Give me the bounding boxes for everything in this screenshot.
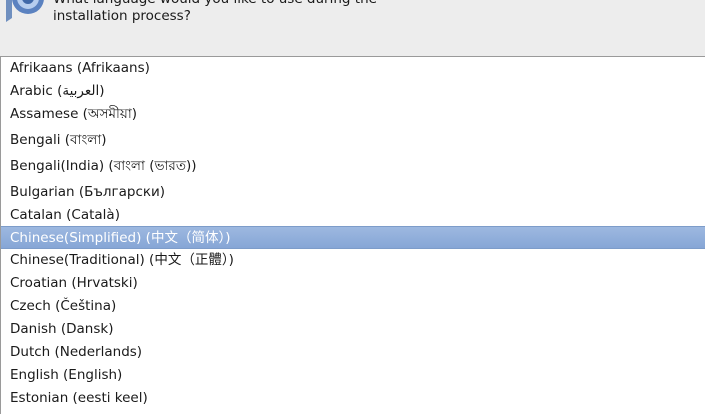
language-list[interactable]: Afrikaans (Afrikaans) Arabic (العربية) Ass… [0,56,705,414]
language-option[interactable]: English (English) [1,364,705,387]
language-option[interactable]: Bengali(India) (বাংলা (ভারত)) [1,155,705,178]
language-option[interactable]: Chinese(Simplified) (中文（简体）) [1,226,705,249]
language-option[interactable]: Bengali (বাংলা) [1,129,705,152]
language-option[interactable]: Croatian (Hrvatski) [1,272,705,295]
language-option[interactable]: Arabic (العربية) [1,80,705,103]
page-header: What language would you like to use duri… [0,0,705,56]
installer-globe-icon [6,0,44,22]
language-option[interactable]: Czech (Čeština) [1,295,705,318]
language-option[interactable]: Assamese (অসমীয়া) [1,103,705,126]
language-option[interactable]: Afrikaans (Afrikaans) [1,57,705,80]
language-option[interactable]: Catalan (Català) [1,204,705,227]
language-option[interactable]: Estonian (eesti keel) [1,387,705,410]
language-prompt: What language would you like to use duri… [53,0,377,24]
language-option[interactable]: Dutch (Nederlands) [1,341,705,364]
language-option[interactable]: Danish (Dansk) [1,318,705,341]
language-option[interactable]: Chinese(Traditional) (中文（正體）) [1,249,705,272]
language-option[interactable]: Bulgarian (Български) [1,181,705,204]
